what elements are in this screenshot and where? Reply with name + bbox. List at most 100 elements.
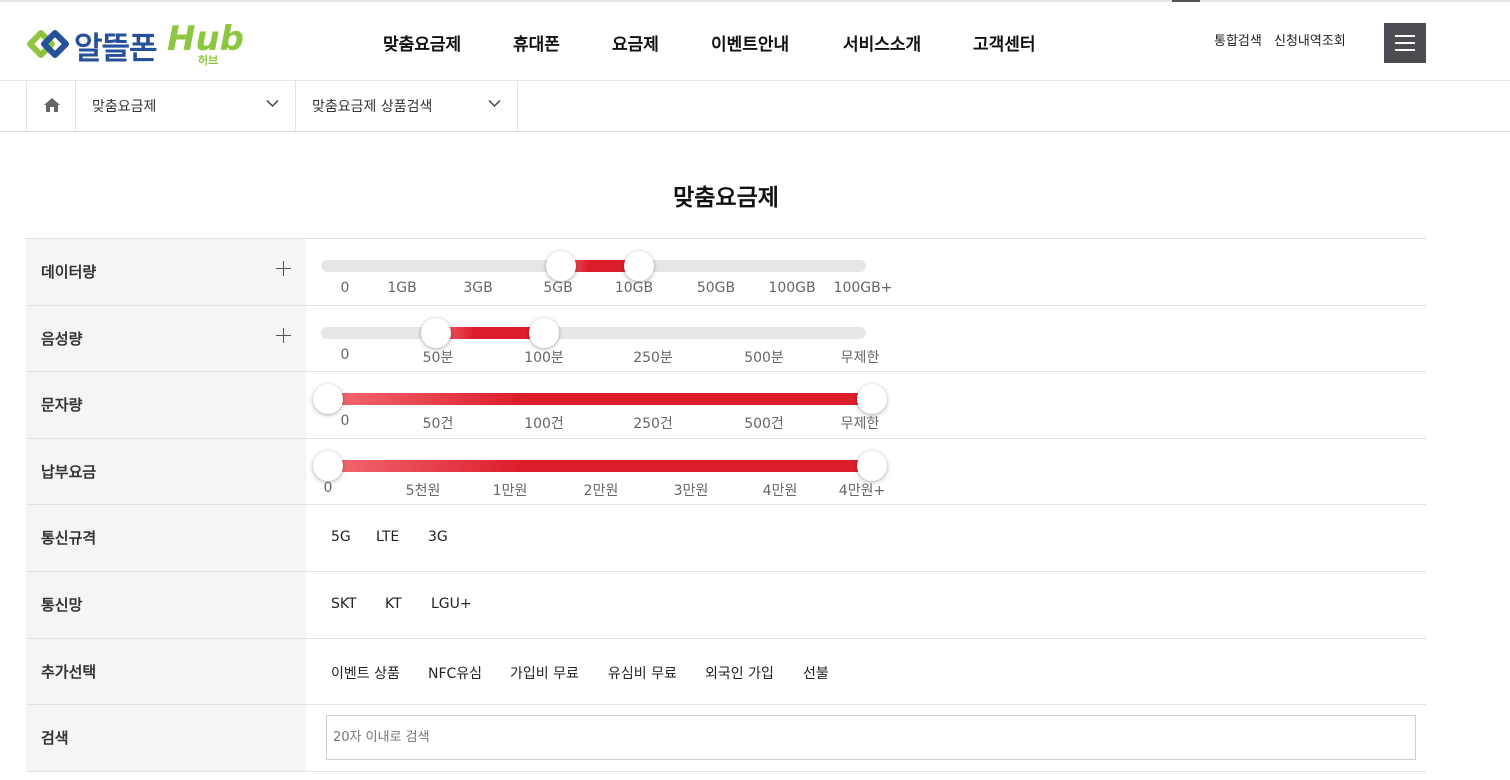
breadcrumb-label: 맞춤요금제 bbox=[92, 99, 157, 115]
slider-tick: 250분 bbox=[633, 349, 673, 366]
slider-handle-max[interactable] bbox=[529, 317, 559, 348]
filter-label: 추가선택 bbox=[41, 662, 97, 681]
sms-slider[interactable]: 0 50건 100건 250건 500건 무제한 bbox=[313, 372, 901, 438]
search-box bbox=[326, 715, 1416, 761]
filter-label: 납부요금 bbox=[41, 462, 97, 481]
slider-tick: 50건 bbox=[422, 416, 454, 433]
option-free-usim[interactable]: 유심비 무료 bbox=[608, 663, 677, 683]
menu-button[interactable] bbox=[1384, 23, 1426, 63]
option-lte[interactable]: LTE bbox=[376, 529, 399, 545]
data-slider[interactable]: 0 1GB 3GB 5GB 10GB 50GB 100GB 100GB+ bbox=[321, 239, 901, 305]
link-rings-icon bbox=[27, 30, 69, 58]
option-nfc[interactable]: NFC유심 bbox=[428, 663, 482, 683]
filter-header: 납부요금 bbox=[26, 438, 306, 505]
breadcrumb-home[interactable] bbox=[26, 81, 76, 131]
slider-tick: 50분 bbox=[422, 349, 454, 366]
slider-handle-min[interactable] bbox=[313, 384, 343, 415]
nav-events[interactable]: 이벤트안내 bbox=[711, 30, 789, 55]
slider-handle-min[interactable] bbox=[546, 251, 576, 281]
site-logo[interactable]: 알뜰폰 Hub 허브 bbox=[26, 19, 256, 68]
hamburger-icon-line bbox=[1395, 42, 1415, 44]
plus-icon[interactable] bbox=[276, 261, 291, 276]
slider-handle-min[interactable] bbox=[421, 317, 451, 348]
filter-label: 데이터량 bbox=[41, 263, 97, 281]
option-3g[interactable]: 3G bbox=[428, 529, 448, 545]
slider-range-fill bbox=[436, 326, 544, 339]
util-search-link[interactable]: 통합검색 bbox=[1214, 30, 1262, 49]
slider-tick: 100GB bbox=[768, 280, 816, 296]
filter-header: 문자량 bbox=[26, 372, 306, 438]
option-free-join[interactable]: 가입비 무료 bbox=[510, 663, 579, 683]
nav-phones[interactable]: 휴대폰 bbox=[513, 30, 560, 55]
filter-row-network-type: 통신규격 5G LTE 3G bbox=[26, 505, 1426, 572]
slider-handle-max[interactable] bbox=[857, 450, 887, 481]
slider-tick: 4만원 bbox=[762, 482, 798, 499]
breadcrumb-dropdown-1[interactable]: 맞춤요금제 bbox=[76, 81, 296, 131]
slider-tick: 0 bbox=[340, 346, 350, 363]
slider-tick: 2만원 bbox=[583, 482, 619, 499]
filter-label: 문자량 bbox=[41, 396, 83, 415]
filter-body: 0 1GB 3GB 5GB 10GB 50GB 100GB 100GB+ bbox=[306, 239, 1426, 305]
option-kt[interactable]: KT bbox=[385, 596, 402, 612]
slider-tick: 무제한 bbox=[840, 416, 880, 433]
search-input[interactable] bbox=[327, 716, 1415, 760]
nav-support[interactable]: 고객센터 bbox=[973, 30, 1036, 55]
option-skt[interactable]: SKT bbox=[331, 596, 357, 612]
filter-label: 통신규격 bbox=[41, 529, 97, 548]
slider-tick: 3GB bbox=[463, 280, 493, 296]
breadcrumb-dropdown-2[interactable]: 맞춤요금제 상품검색 bbox=[296, 81, 518, 131]
voice-slider[interactable]: 0 50분 100분 250분 500분 무제한 bbox=[321, 306, 901, 372]
util-orders-link[interactable]: 신청내역조회 bbox=[1274, 30, 1346, 49]
nav-custom-plan[interactable]: 맞춤요금제 bbox=[383, 30, 461, 55]
filter-body: SKT KT LGU+ bbox=[306, 572, 1426, 638]
chevron-down-icon bbox=[266, 99, 279, 108]
breadcrumb-label: 맞춤요금제 상품검색 bbox=[312, 99, 433, 115]
home-icon bbox=[44, 98, 60, 112]
filter-row-data: 데이터량 0 1GB 3GB 5GB 10GB 50GB 100GB 100GB… bbox=[26, 239, 1426, 306]
slider-tick: 10GB bbox=[614, 280, 654, 296]
option-prepaid[interactable]: 선불 bbox=[803, 663, 829, 683]
filter-row-carrier: 통신망 SKT KT LGU+ bbox=[26, 571, 1426, 639]
breadcrumb: 맞춤요금제 맞춤요금제 상품검색 bbox=[0, 81, 1510, 132]
slider-handle-min[interactable] bbox=[313, 450, 343, 481]
filter-header: 통신규격 bbox=[26, 505, 306, 571]
slider-range-fill bbox=[328, 393, 873, 406]
slider-tick: 100건 bbox=[524, 416, 564, 433]
filter-label: 검색 bbox=[41, 729, 69, 748]
slider-handle-max[interactable] bbox=[857, 384, 887, 415]
filter-row-voice: 음성량 0 50분 100분 250분 500분 무제한 bbox=[26, 305, 1426, 373]
slider-tick: 1GB bbox=[387, 280, 417, 296]
slider-tick: 3만원 bbox=[673, 482, 709, 499]
plus-icon[interactable] bbox=[276, 327, 291, 343]
filter-body: 이벤트 상품 NFC유심 가입비 무료 유심비 무료 외국인 가입 선불 bbox=[306, 639, 1426, 705]
slider-tick: 무제한 bbox=[840, 349, 880, 366]
hamburger-icon-line bbox=[1395, 49, 1415, 51]
slider-tick: 100분 bbox=[524, 349, 564, 366]
page-title: 맞춤요금제 bbox=[673, 185, 779, 211]
slider-tick: 0 bbox=[340, 413, 350, 430]
slider-handle-max[interactable] bbox=[624, 251, 654, 281]
slider-tick: 250건 bbox=[633, 416, 673, 433]
site-header: 알뜰폰 Hub 허브 맞춤요금제 휴대폰 요금제 이벤트안내 서비스소개 고객센… bbox=[0, 2, 1510, 81]
filter-label: 통신망 bbox=[41, 595, 83, 614]
nav-services[interactable]: 서비스소개 bbox=[843, 30, 921, 55]
chevron-down-icon bbox=[488, 99, 501, 108]
slider-tick: 0 bbox=[340, 280, 350, 296]
option-foreigner[interactable]: 외국인 가입 bbox=[705, 663, 774, 683]
slider-tick: 500분 bbox=[744, 349, 784, 366]
slider-tick: 5GB bbox=[543, 280, 573, 296]
slider-tick: 5천원 bbox=[405, 482, 441, 499]
filter-header: 통신망 bbox=[26, 571, 306, 638]
option-5g[interactable]: 5G bbox=[331, 529, 351, 545]
logo-subtext: 허브 bbox=[198, 54, 219, 67]
slider-tick: 4만원+ bbox=[838, 482, 886, 499]
filter-body: 0 50분 100분 250분 500분 무제한 bbox=[306, 306, 1426, 372]
slider-tick: 1만원 bbox=[492, 482, 528, 499]
option-event[interactable]: 이벤트 상품 bbox=[331, 663, 400, 683]
option-lgu[interactable]: LGU+ bbox=[431, 596, 472, 612]
filter-body: 5G LTE 3G bbox=[306, 505, 1426, 571]
fee-slider[interactable]: 0 5천원 1만원 2만원 3만원 4만원 4만원+ bbox=[313, 439, 901, 505]
nav-plans[interactable]: 요금제 bbox=[612, 30, 659, 55]
slider-track[interactable] bbox=[321, 326, 866, 339]
filter-header: 추가선택 bbox=[26, 638, 306, 705]
